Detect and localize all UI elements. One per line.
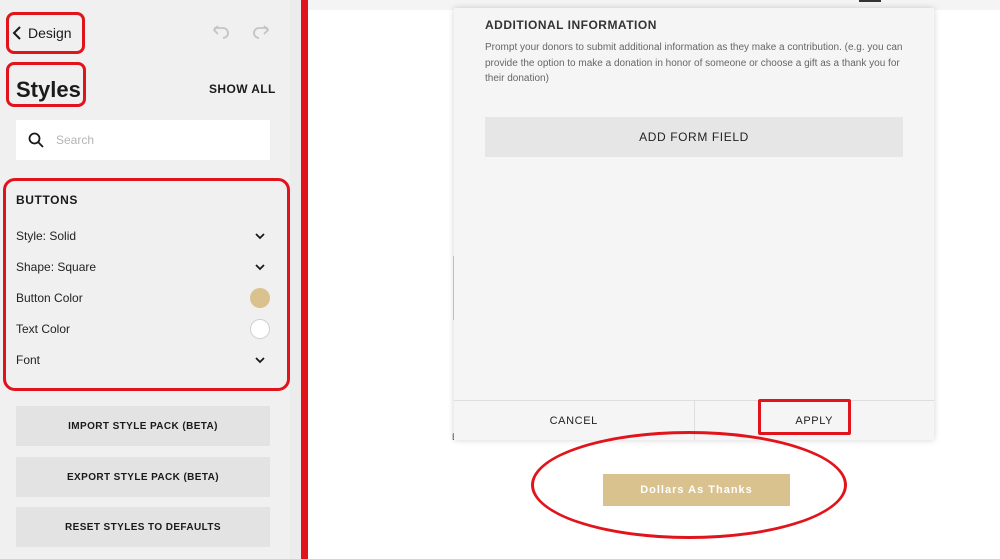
page-title: Styles [16,77,81,102]
reset-styles-button[interactable]: RESET STYLES TO DEFAULTS [16,507,270,547]
search-icon [28,132,44,148]
back-to-design-link[interactable]: Design [12,22,72,44]
text-color-picker[interactable]: Text Color [16,318,270,340]
button-style-select[interactable]: Style: Solid [16,225,270,247]
button-shape-label: Shape: Square [16,260,97,274]
button-style-label: Style: Solid [16,229,77,243]
button-color-label: Button Color [16,291,83,305]
text-color-label: Text Color [16,322,71,336]
button-font-label: Font [16,353,41,367]
add-form-field-button[interactable]: ADD FORM FIELD [485,117,903,157]
show-all-button[interactable]: SHOW ALL [209,82,276,96]
menu-icon[interactable] [859,0,881,2]
undo-icon[interactable] [212,22,230,40]
sidebar-divider [290,0,301,559]
undo-redo-group [212,22,270,40]
search-box[interactable] [16,120,270,160]
button-color-swatch[interactable] [250,288,270,308]
button-shape-select[interactable]: Shape: Square [16,256,270,278]
additional-information-dialog: ADDITIONAL INFORMATION Prompt your donor… [454,8,934,440]
dialog-footer: CANCEL APPLY [454,400,934,440]
chevron-down-icon [255,233,265,240]
button-font-select[interactable]: Font [16,349,270,371]
apply-button[interactable]: APPLY [693,401,935,440]
text-color-swatch[interactable] [250,319,270,339]
dialog-title: ADDITIONAL INFORMATION [485,18,657,32]
annotation-red-divider [301,0,308,559]
cancel-button[interactable]: CANCEL [454,401,694,440]
design-sidebar: Design Styles SHOW ALL BUTTONS Style: So… [0,0,290,559]
search-input[interactable] [56,133,236,147]
chevron-down-icon [255,357,265,364]
dialog-description: Prompt your donors to submit additional … [485,42,903,84]
chevron-down-icon [255,264,265,271]
export-style-pack-button[interactable]: EXPORT STYLE PACK (BETA) [16,457,270,497]
back-link-label: Design [28,25,72,41]
redo-icon[interactable] [252,22,270,40]
buttons-section-heading: BUTTONS [16,193,78,207]
import-style-pack-button[interactable]: IMPORT STYLE PACK (BETA) [16,406,270,446]
squarespace-style-editor: Design Styles SHOW ALL BUTTONS Style: So… [0,0,1000,559]
donate-button[interactable]: Dollars As Thanks [603,474,790,506]
button-color-picker[interactable]: Button Color [16,287,270,309]
chevron-left-icon [12,26,21,40]
